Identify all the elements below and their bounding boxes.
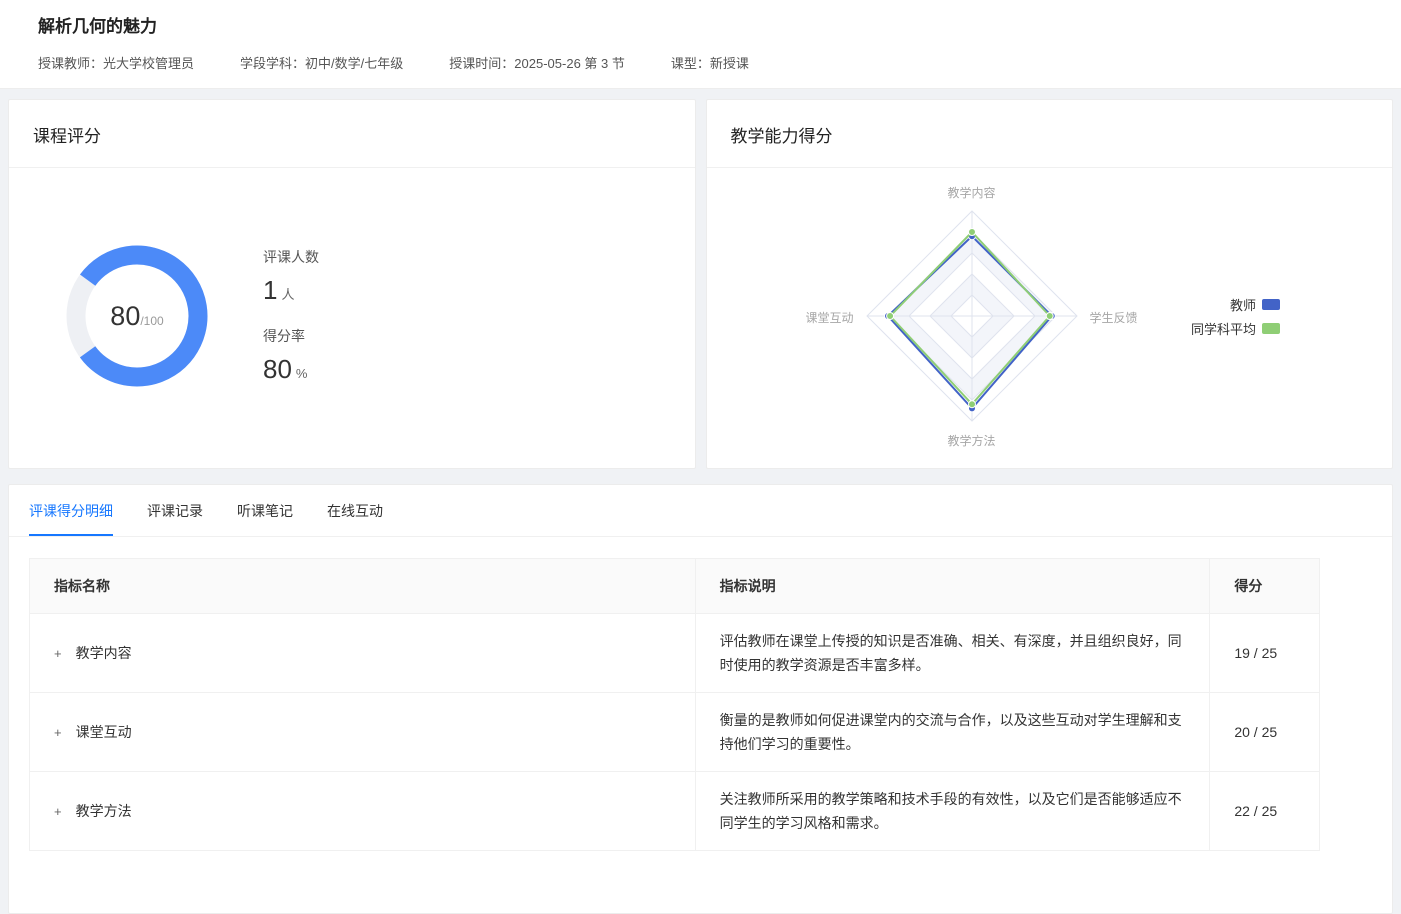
table-header-row: 指标名称 指标说明 得分 [30, 559, 1320, 614]
indicator-name: 教学内容 [76, 643, 132, 663]
expand-icon[interactable]: + [54, 805, 62, 818]
indicator-desc: 评估教师在课堂上传授的知识是否准确、相关、有深度，并且组织良好，同时使用的教学资… [720, 629, 1186, 677]
indicator-desc: 衡量的是教师如何促进课堂内的交流与合作，以及这些互动对学生理解和支持他们学习的重… [720, 708, 1186, 756]
reviewer-count-label: 评课人数 [263, 247, 319, 267]
tab-score-detail[interactable]: 评课得分明细 [29, 501, 113, 536]
page-title: 解析几何的魅力 [38, 12, 1363, 37]
detail-tabs: 评课得分明细 评课记录 听课笔记 在线互动 [9, 485, 1392, 537]
radar-axis-teaching-method: 教学方法 [947, 432, 995, 449]
col-header-indicator-desc: 指标说明 [695, 559, 1210, 614]
indicator-name: 课堂互动 [76, 722, 132, 742]
indicator-score: 19 / 25 [1210, 614, 1320, 693]
score-rate-value: 80% [263, 354, 319, 385]
course-score-card-title: 课程评分 [9, 100, 695, 168]
score-rate-label: 得分率 [263, 326, 319, 346]
score-detail-table: 指标名称 指标说明 得分 + 教学内容 评估教师在课堂上传授的知识是否准确、相关… [29, 558, 1320, 851]
course-meta: 授课教师：光大学校管理员 学段学科：初中/数学/七年级 授课时间：2025-05… [38, 53, 1363, 72]
page-header: 解析几何的魅力 授课教师：光大学校管理员 学段学科：初中/数学/七年级 授课时间… [0, 0, 1401, 89]
legend-label-teacher: 教师 [1230, 295, 1256, 314]
reviewer-count-value: 1人 [263, 275, 319, 306]
course-score-card: 课程评分 80 /100 评课人数 1人 得分率 80% [8, 99, 696, 469]
teaching-ability-card-title: 教学能力得分 [707, 100, 1393, 168]
table-row: + 教学内容 评估教师在课堂上传授的知识是否准确、相关、有深度，并且组织良好，同… [30, 614, 1320, 693]
indicator-score: 20 / 25 [1210, 693, 1320, 772]
detail-card: 评课得分明细 评课记录 听课笔记 在线互动 指标名称 指标说明 得分 + 教学内… [8, 484, 1393, 914]
donut-center-text: 80 /100 [65, 244, 209, 388]
summary-cards-row: 课程评分 80 /100 评课人数 1人 得分率 80% [0, 89, 1401, 469]
indicator-score: 22 / 25 [1210, 772, 1320, 851]
meta-teacher: 授课教师：光大学校管理员 [38, 53, 194, 72]
meta-course-type: 课型：新授课 [671, 53, 749, 72]
teaching-ability-body: 教学内容 学生反馈 教学方法 课堂互动 教师 同学科平均 [707, 168, 1393, 464]
expand-icon[interactable]: + [54, 647, 62, 660]
tab-listening-notes[interactable]: 听课笔记 [237, 501, 293, 536]
table-row: + 课堂互动 衡量的是教师如何促进课堂内的交流与合作，以及这些互动对学生理解和支… [30, 693, 1320, 772]
radar-axis-class-interaction: 课堂互动 [805, 309, 853, 326]
course-score-body: 80 /100 评课人数 1人 得分率 80% [9, 168, 695, 464]
tab-review-records[interactable]: 评课记录 [147, 501, 203, 536]
legend-item-subject-average[interactable]: 同学科平均 [1191, 316, 1280, 340]
col-header-indicator-name: 指标名称 [30, 559, 696, 614]
legend-chip-teacher [1262, 299, 1280, 310]
indicator-name: 教学方法 [76, 801, 132, 821]
tab-online-interaction[interactable]: 在线互动 [327, 501, 383, 536]
score-stats: 评课人数 1人 得分率 80% [263, 247, 319, 385]
legend-item-teacher[interactable]: 教师 [1191, 292, 1280, 316]
table-row: + 教学方法 关注教师所采用的教学策略和技术手段的有效性，以及它们是否能够适应不… [30, 772, 1320, 851]
radar-legend: 教师 同学科平均 [1191, 292, 1280, 340]
meta-time: 授课时间：2025-05-26 第 3 节 [449, 53, 625, 72]
legend-label-subject-average: 同学科平均 [1191, 319, 1256, 338]
donut-score-value: 80 [110, 301, 140, 332]
legend-chip-subject-average [1262, 323, 1280, 334]
col-header-score: 得分 [1210, 559, 1320, 614]
teaching-ability-card: 教学能力得分 教学内容 学生反馈 教学方法 课堂互动 教师 同学科平均 [706, 99, 1394, 469]
donut-score-denominator: /100 [140, 314, 163, 328]
indicator-desc: 关注教师所采用的教学策略和技术手段的有效性，以及它们是否能够适应不同学生的学习风… [720, 787, 1186, 835]
expand-icon[interactable]: + [54, 726, 62, 739]
score-donut-chart: 80 /100 [65, 244, 209, 388]
radar-axis-teaching-content: 教学内容 [947, 184, 995, 201]
radar-chart: 教学内容 学生反馈 教学方法 课堂互动 [802, 166, 1142, 466]
meta-subject: 学段学科：初中/数学/七年级 [240, 53, 403, 72]
radar-axis-student-feedback: 学生反馈 [1090, 309, 1138, 326]
